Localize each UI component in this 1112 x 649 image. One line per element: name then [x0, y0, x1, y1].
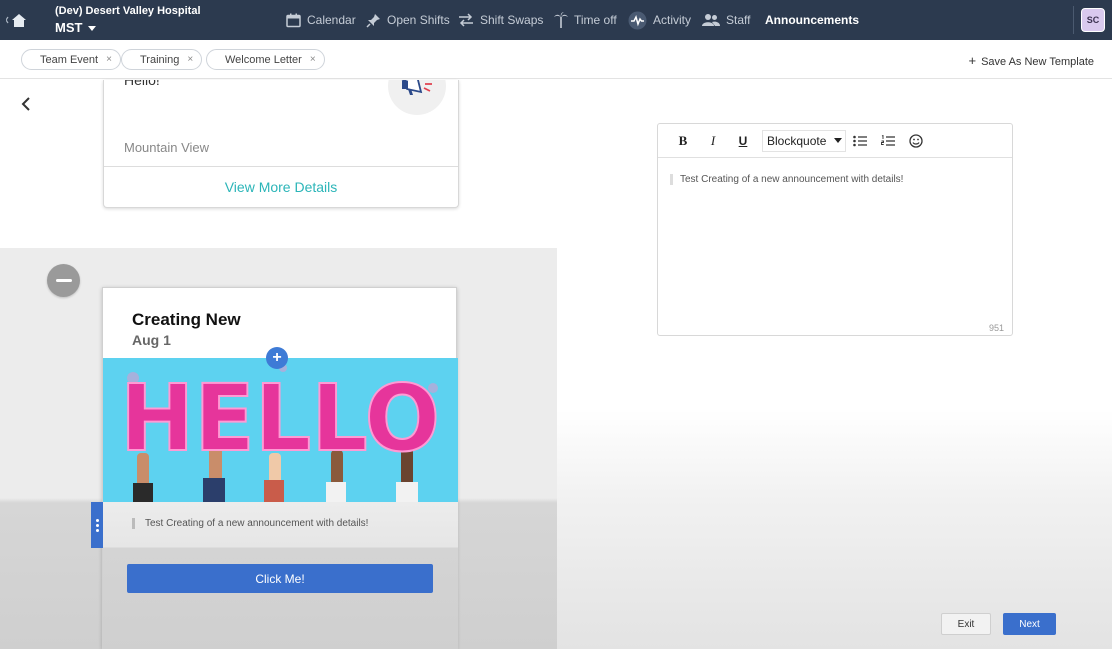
nav-calendar[interactable]: Calendar	[286, 0, 356, 40]
block-style-value: Blockquote	[767, 133, 827, 148]
plus-icon: +	[968, 53, 977, 68]
editor-panel: B I U Blockquote Test Creating of a new …	[557, 80, 1112, 649]
add-block-button[interactable]: +	[266, 347, 288, 369]
calendar-icon	[286, 13, 301, 27]
chip-label: Welcome Letter	[225, 53, 302, 66]
nav-shift-swaps[interactable]: Shift Swaps	[458, 0, 543, 40]
nav-calendar-label: Calendar	[307, 13, 356, 27]
minus-icon	[55, 279, 72, 282]
next-button[interactable]: Next	[1003, 613, 1056, 635]
bold-icon[interactable]: B	[668, 133, 698, 149]
home-icon[interactable]	[5, 11, 26, 29]
organization-selector[interactable]: (Dev) Desert Valley Hospital MST	[55, 5, 201, 35]
close-icon[interactable]: ×	[106, 54, 112, 65]
caret-down-icon	[834, 138, 843, 143]
nav-shift-swaps-label: Shift Swaps	[480, 13, 544, 27]
save-as-template-label: Save As New Template	[981, 56, 1094, 68]
nav-activity[interactable]: Activity	[628, 0, 691, 40]
drag-handle[interactable]	[91, 502, 103, 548]
bullet-list-icon[interactable]	[853, 135, 867, 147]
announcement-title: Creating New	[132, 310, 241, 329]
back-chevron-icon[interactable]	[20, 95, 32, 118]
announcement-date: Aug 1	[132, 332, 171, 348]
numbered-list-icon[interactable]	[881, 134, 895, 147]
swap-icon	[459, 13, 473, 27]
save-as-template-button[interactable]: + Save As New Template	[968, 53, 1094, 68]
announcement-image: HELLO	[103, 358, 458, 502]
click-me-button[interactable]: Click Me!	[127, 564, 433, 593]
announcement-card-preview: Creating New Aug 1 + HELLO Test Creating…	[102, 287, 458, 649]
block-style-select[interactable]: Blockquote	[762, 129, 846, 152]
chip-label: Training	[140, 53, 180, 66]
pin-icon	[366, 13, 380, 28]
nav-time-off-label: Time off	[574, 13, 617, 27]
nav-divider	[1073, 6, 1074, 34]
activity-icon	[628, 11, 647, 29]
underline-icon[interactable]: U	[728, 134, 758, 148]
close-icon[interactable]: ×	[310, 54, 316, 65]
announcement-quote: Test Creating of a new announcement with…	[132, 518, 368, 529]
nav-time-off[interactable]: Time off	[554, 0, 617, 40]
card-location: Mountain View	[124, 140, 210, 155]
chip-label: Team Event	[40, 53, 99, 66]
nav-staff[interactable]: Staff	[702, 0, 750, 40]
megaphone-icon	[388, 80, 446, 115]
preview-panel: Hello! Mountain View View More Details C…	[0, 80, 557, 649]
emoji-icon[interactable]	[909, 133, 923, 148]
nav-open-shifts-label: Open Shifts	[387, 13, 450, 27]
template-chip-welcome-letter[interactable]: Welcome Letter ×	[206, 49, 325, 70]
timezone-selector[interactable]: MST	[55, 20, 201, 35]
nav-staff-label: Staff	[726, 13, 751, 27]
remove-section-button[interactable]	[47, 264, 80, 297]
organization-name: (Dev) Desert Valley Hospital	[55, 5, 201, 17]
template-bar: Team Event × Training × Welcome Letter ×…	[0, 40, 1112, 79]
hello-balloon-text: HELLO	[120, 365, 440, 472]
card-greeting: Hello!	[124, 80, 160, 88]
announcement-card-previous: Hello! Mountain View View More Details	[103, 80, 459, 208]
nav-announcements[interactable]: Announcements	[765, 0, 859, 40]
nav-open-shifts[interactable]: Open Shifts	[366, 0, 450, 40]
caret-down-icon	[88, 26, 97, 32]
nav-announcements-label: Announcements	[765, 13, 860, 27]
template-chip-training[interactable]: Training ×	[121, 49, 203, 70]
announcement-body: Test Creating of a new announcement with…	[103, 502, 458, 649]
top-navigation: (Dev) Desert Valley Hospital MST Calenda…	[0, 0, 1112, 40]
character-count: 951	[988, 323, 1004, 333]
palm-tree-icon	[554, 12, 568, 28]
rich-text-editor[interactable]: B I U Blockquote Test Creating of a new …	[657, 123, 1013, 336]
close-icon[interactable]: ×	[187, 54, 193, 65]
view-more-details-link[interactable]: View More Details	[104, 166, 458, 207]
italic-icon[interactable]: I	[698, 133, 728, 149]
people-icon	[702, 14, 720, 26]
template-chip-team-event[interactable]: Team Event ×	[21, 49, 121, 70]
editor-toolbar: B I U Blockquote	[658, 124, 1012, 158]
exit-button[interactable]: Exit	[941, 613, 991, 635]
user-avatar[interactable]: SC	[1081, 8, 1105, 32]
nav-activity-label: Activity	[653, 13, 692, 27]
editor-content[interactable]: Test Creating of a new announcement with…	[670, 174, 903, 185]
